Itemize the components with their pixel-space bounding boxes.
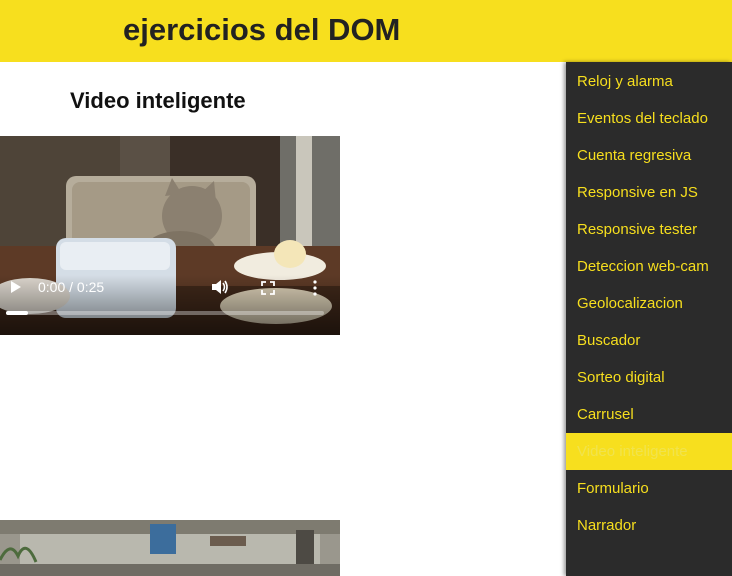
menu-item-label: Video inteligente [577,443,688,460]
volume-icon[interactable] [211,279,229,295]
menu-item-label: Eventos del teclado [577,110,708,127]
main-content: Video inteligente 0:00 / 0:25 [0,62,566,576]
menu-item-geolocalizacion[interactable]: Geolocalizacion [566,285,732,322]
menu-item-responsive-en-js[interactable]: Responsive en JS [566,174,732,211]
video-time: 0:00 / 0:25 [38,279,105,295]
menu-item-label: Geolocalizacion [577,295,683,312]
menu-item-label: Carrusel [577,406,634,423]
menu-item-label: Reloj y alarma [577,73,673,90]
second-video-preview[interactable] [0,520,340,576]
fullscreen-icon[interactable] [261,281,275,295]
menu-item-cuenta-regresiva[interactable]: Cuenta regresiva [566,137,732,174]
video-progress-bar[interactable] [6,311,324,315]
menu-item-label: Sorteo digital [577,369,665,386]
menu-item-label: Formulario [577,480,649,497]
page-title: ejercicios del DOM [123,12,401,47]
video-frame-image [0,520,340,576]
side-menu: Reloj y alarma Eventos del teclado Cuenta … [566,62,732,576]
section-title: Video inteligente [70,88,246,113]
menu-item-sorteo-digital[interactable]: Sorteo digital [566,359,732,396]
play-icon[interactable] [9,280,23,294]
menu-item-label: Cuenta regresiva [577,147,692,164]
menu-item-buscador[interactable]: Buscador [566,322,732,359]
menu-item-responsive-tester[interactable]: Responsive tester [566,211,732,248]
menu-item-reloj-y-alarma[interactable]: Reloj y alarma [566,63,732,100]
menu-item-narrador[interactable]: Narrador [566,507,732,544]
menu-item-label: Buscador [577,332,641,349]
menu-item-video-inteligente[interactable]: Video inteligente [566,433,732,470]
header-bar: ejercicios del DOM [0,0,732,62]
video-progress-fill [6,311,29,315]
menu-item-formulario[interactable]: Formulario [566,470,732,507]
menu-item-carrusel[interactable]: Carrusel [566,396,732,433]
menu-item-eventos-del-teclado[interactable]: Eventos del teclado [566,100,732,137]
menu-item-label: Responsive en JS [577,184,698,201]
more-options-icon[interactable] [312,280,318,296]
menu-item-label: Responsive tester [577,221,698,238]
menu-item-deteccion-web-cam[interactable]: Deteccion web-cam [566,248,732,285]
video-player[interactable]: 0:00 / 0:25 [0,136,340,335]
menu-item-label: Narrador [577,517,637,534]
menu-item-label: Deteccion web-cam [577,258,709,275]
